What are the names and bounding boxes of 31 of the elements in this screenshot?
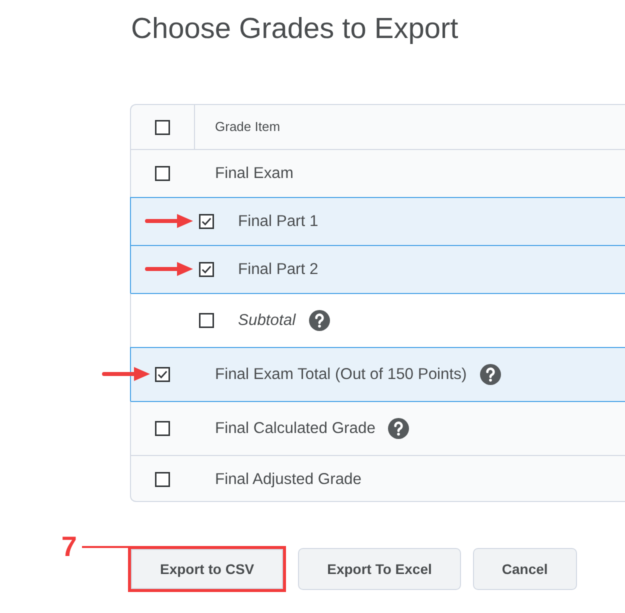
checkbox[interactable] (155, 120, 170, 134)
export-excel-button[interactable]: Export To Excel (298, 548, 461, 590)
grade-row[interactable]: Final Adjusted Grade (130, 455, 625, 502)
export-csv-button[interactable]: Export to CSV (131, 549, 284, 589)
help-icon[interactable] (388, 418, 410, 439)
grade-row[interactable]: Final Calculated Grade (130, 401, 625, 455)
checkbox[interactable] (155, 166, 170, 181)
checkbox[interactable] (155, 472, 170, 487)
cancel-button[interactable]: Cancel (472, 548, 577, 590)
help-icon[interactable] (308, 310, 330, 331)
grade-row[interactable]: Final Part 1 (130, 197, 625, 245)
grade-item-label: Final Calculated Grade (214, 419, 376, 439)
grade-item-label: Final Part 1 (238, 212, 318, 232)
checkbox[interactable] (155, 367, 170, 382)
help-icon[interactable] (480, 364, 501, 385)
checkbox[interactable] (199, 262, 214, 277)
grade-item-label: Subtotal (238, 311, 296, 331)
grade-item-label: Final Exam Total (Out of 150 Points) (214, 365, 467, 385)
grade-row[interactable]: Final Exam (130, 149, 625, 197)
checkbox[interactable] (199, 214, 214, 229)
checkbox[interactable] (155, 421, 170, 436)
checkbox[interactable] (199, 313, 214, 328)
grade-row[interactable]: Subtotal (130, 293, 625, 347)
page-title: Choose Grades to Export (130, 12, 460, 47)
grade-item-label: Final Adjusted Grade (214, 470, 362, 490)
grade-row[interactable]: Final Exam Total (Out of 150 Points) (130, 347, 625, 401)
grade-item-label: Final Part 2 (238, 260, 318, 280)
column-header: Grade Item (214, 118, 280, 136)
callout-number: 7 (61, 532, 77, 562)
grade-item-label: Final Exam (214, 164, 294, 184)
grade-row[interactable]: Final Part 2 (130, 245, 625, 293)
